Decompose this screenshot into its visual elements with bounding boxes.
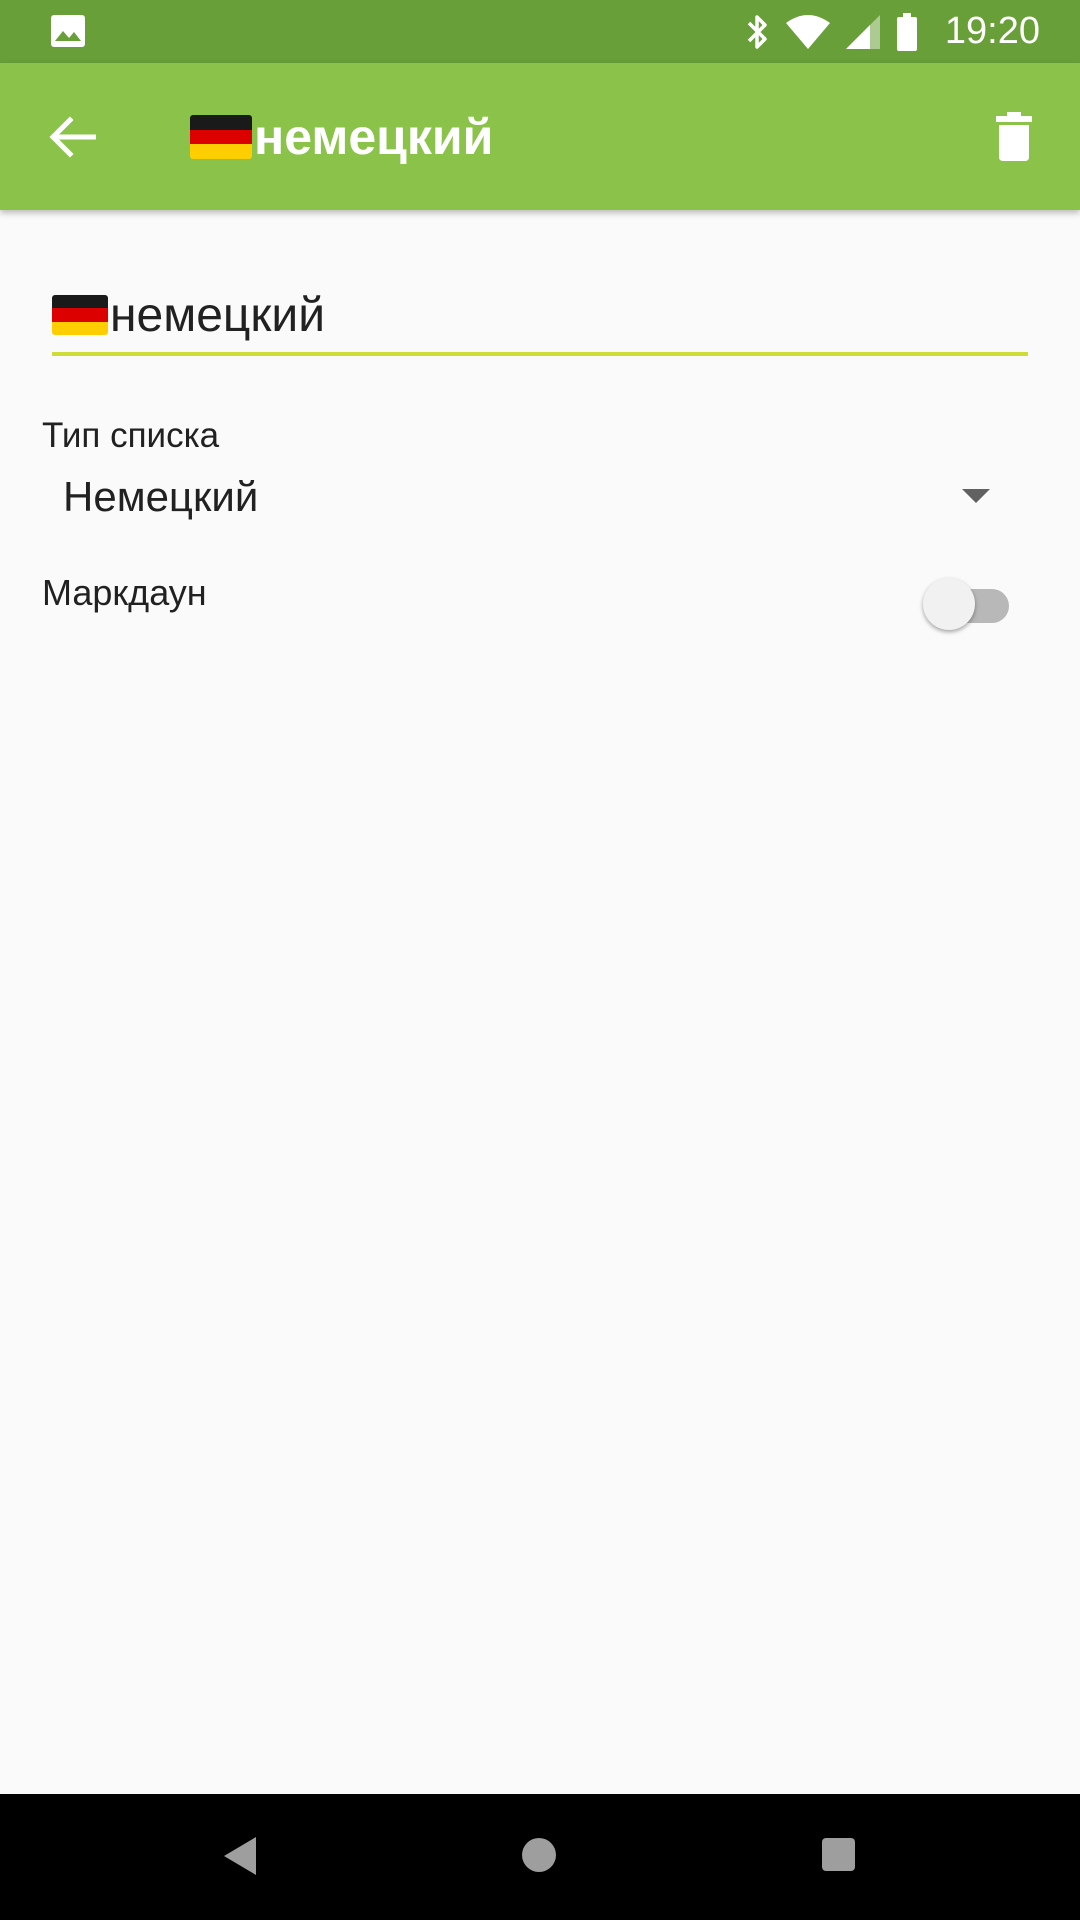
signal-icon (845, 14, 880, 49)
list-name-field[interactable]: немецкий (52, 278, 1028, 356)
status-icons: 19:20 (745, 0, 1040, 63)
app-bar: немецкий (0, 63, 1080, 210)
list-type-dropdown[interactable]: Немецкий (42, 462, 1002, 532)
list-type-label: Тип списка (42, 416, 220, 455)
germany-flag-icon (190, 115, 252, 159)
dropdown-arrow-icon (962, 489, 990, 503)
arrow-back-icon (49, 116, 96, 158)
trash-icon (996, 112, 1032, 161)
delete-button[interactable] (978, 101, 1050, 173)
battery-icon (896, 12, 917, 51)
germany-flag-icon (52, 295, 108, 335)
status-bar: 19:20 (0, 0, 1080, 63)
gallery-icon (51, 15, 85, 47)
system-nav-bar (0, 1794, 1080, 1920)
markdown-toggle[interactable] (923, 578, 1009, 630)
nav-home-icon[interactable] (522, 1838, 556, 1872)
wifi-icon (785, 14, 830, 49)
nav-back-icon[interactable] (224, 1837, 256, 1875)
page-title: немецкий (190, 109, 493, 165)
toggle-thumb (923, 578, 975, 630)
status-time: 19:20 (944, 10, 1040, 52)
list-name-value: немецкий (110, 288, 326, 342)
back-button[interactable] (36, 101, 108, 173)
list-type-value: Немецкий (63, 473, 259, 520)
markdown-label: Маркдаун (42, 572, 207, 613)
bluetooth-icon (747, 14, 767, 49)
page-title-text: немецкий (254, 109, 494, 165)
nav-recents-icon[interactable] (822, 1838, 855, 1871)
